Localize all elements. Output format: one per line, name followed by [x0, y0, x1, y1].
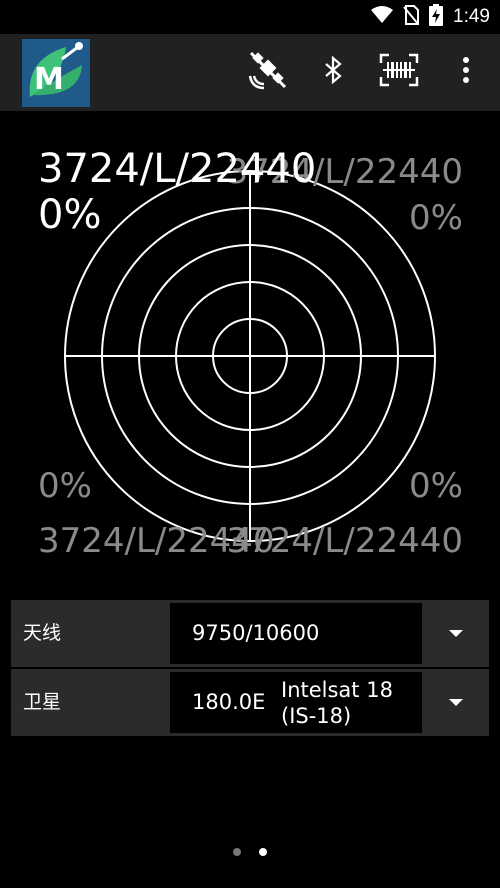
bluetooth-button[interactable]	[311, 50, 355, 94]
top-left-signal-percent: 0%	[38, 192, 102, 238]
svg-text:M: M	[34, 62, 64, 97]
dropdown-caret-icon	[448, 699, 463, 706]
satellite-off-icon	[248, 50, 288, 94]
app-logo-icon[interactable]: M	[22, 39, 90, 107]
signal-radar-area: 3724/L/22440 0% 0% 0% 3724/L/22440 3724/…	[0, 111, 500, 571]
page-dot-1[interactable]	[233, 848, 241, 856]
page-indicator	[0, 848, 500, 856]
bottom-right-signal-percent: 0%	[409, 466, 463, 506]
satellite-label: 卫星	[23, 691, 62, 713]
satellite-dropdown-button[interactable]	[422, 669, 489, 736]
battery-charging-icon	[429, 4, 444, 30]
satellite-selector[interactable]: 180.0E Intelsat 18 (IS-18)	[170, 672, 422, 733]
wifi-icon	[371, 6, 394, 28]
antenna-selector[interactable]: 9750/10600	[170, 603, 422, 664]
more-vert-icon	[462, 56, 470, 88]
app-bar: M	[0, 34, 500, 111]
bluetooth-icon	[324, 55, 342, 88]
top-left-transponder-label: 3724/L/22440	[38, 146, 317, 192]
antenna-label: 天线	[23, 622, 62, 644]
no-sim-icon	[403, 5, 420, 29]
satellite-off-button[interactable]	[246, 50, 290, 94]
antenna-lnb-value: 9750/10600	[192, 621, 320, 645]
status-time: 1:49	[453, 6, 490, 27]
page-dot-2-active[interactable]	[259, 848, 267, 856]
satellite-row: 卫星 180.0E Intelsat 18 (IS-18)	[11, 669, 489, 736]
status-icons: 1:49	[371, 4, 490, 30]
scan-button[interactable]	[377, 50, 421, 94]
top-right-signal-percent: 0%	[409, 198, 463, 238]
antenna-dropdown-button[interactable]	[422, 600, 489, 667]
dropdown-caret-icon	[448, 630, 463, 637]
barcode-scan-icon	[379, 53, 419, 91]
bottom-left-signal-percent: 0%	[38, 466, 92, 506]
status-bar: 1:49	[0, 0, 500, 34]
antenna-row: 天线 9750/10600	[11, 600, 489, 667]
more-options-button[interactable]	[444, 50, 488, 94]
satellite-name-line2: (IS-18)	[281, 704, 352, 728]
bottom-right-transponder-label: 3724/L/22440	[226, 521, 463, 561]
satellite-position-value: 180.0E	[192, 690, 266, 714]
satellite-name-line1: Intelsat 18	[281, 678, 393, 702]
